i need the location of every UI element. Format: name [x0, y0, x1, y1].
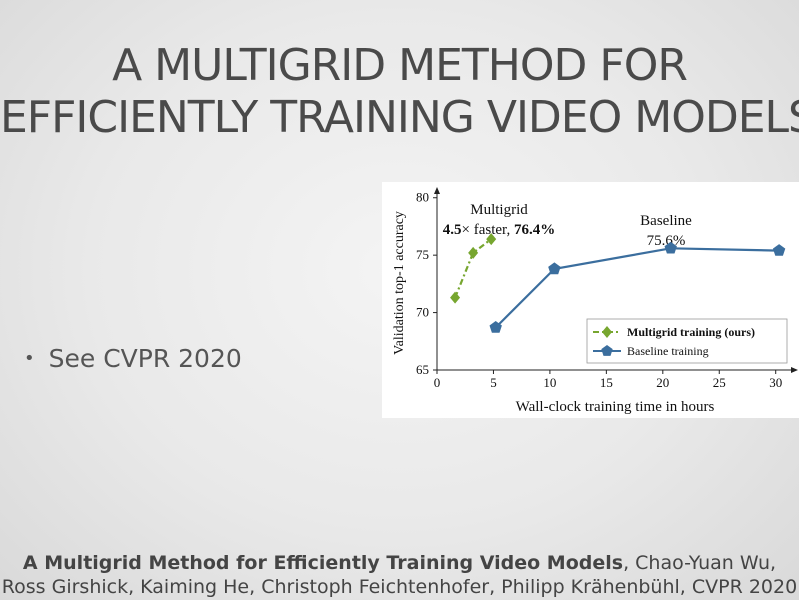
- bullet-item: • See CVPR 2020: [24, 344, 242, 373]
- multigrid-speedup-text: × faster,: [462, 222, 514, 238]
- slide-title-line2: EFFICIENTLY TRAINING VIDEO MODELS: [0, 92, 799, 143]
- x-tick-label: 30: [769, 375, 782, 390]
- multigrid-annotation-line1: Multigrid: [470, 202, 528, 218]
- baseline-series-line: [494, 247, 780, 329]
- baseline-point: [548, 262, 561, 275]
- slide-title: A MULTIGRID METHOD FOR EFFICIENTLY TRAIN…: [0, 40, 799, 144]
- x-tick-label: 25: [713, 375, 726, 390]
- x-tick-label: 10: [543, 375, 556, 390]
- x-tick-label: 15: [600, 375, 613, 390]
- multigrid-speedup-value: 4.5: [443, 222, 462, 238]
- multigrid-point: [450, 291, 461, 304]
- x-tick-label: 0: [434, 375, 441, 390]
- x-tick-label: 5: [490, 375, 497, 390]
- chart-legend: Multigrid training (ours) Baseline train…: [586, 318, 788, 364]
- bullet-text: See CVPR 2020: [48, 344, 242, 373]
- baseline-annotation-line1: Baseline: [640, 213, 692, 229]
- y-axis-label: Validation top-1 accuracy: [392, 211, 407, 355]
- y-tick-label: 65: [416, 362, 429, 377]
- y-tick-label: 70: [416, 305, 429, 320]
- legend-multigrid-label: Multigrid training (ours): [627, 325, 755, 339]
- y-tick-label: 75: [416, 247, 429, 262]
- chart-svg: 0 5 10 15 20 25 30 65 70 75 80 Wall-clock trainin…: [392, 187, 798, 415]
- slide-title-line1: A MULTIGRID METHOD FOR: [112, 40, 688, 91]
- citation-line1: A Multigrid Method for Efficiently Train…: [0, 551, 799, 575]
- multigrid-annotation-line2: 4.5× faster, 76.4%: [443, 222, 555, 238]
- chart-container: 0 5 10 15 20 25 30 65 70 75 80 Wall-clock trainin…: [382, 182, 799, 418]
- y-tick-label: 80: [416, 190, 429, 205]
- citation-footer: A Multigrid Method for Efficiently Train…: [0, 551, 799, 599]
- legend-baseline-label: Baseline training: [627, 344, 709, 358]
- citation-line2: Ross Girshick, Kaiming He, Christoph Fei…: [1, 576, 798, 598]
- x-axis-arrow-icon: [791, 367, 798, 373]
- x-axis-label: Wall-clock training time in hours: [516, 399, 715, 415]
- baseline-point: [772, 244, 786, 256]
- citation-authors-part1: , Chao-Yuan Wu,: [623, 552, 777, 574]
- multigrid-accuracy-value: 76.4%: [514, 222, 555, 238]
- multigrid-point: [468, 246, 479, 259]
- y-axis-arrow-icon: [434, 187, 440, 194]
- citation-paper-title: A Multigrid Method for Efficiently Train…: [22, 552, 624, 574]
- bullet-dot-icon: •: [24, 348, 35, 369]
- x-tick-label: 20: [656, 375, 669, 390]
